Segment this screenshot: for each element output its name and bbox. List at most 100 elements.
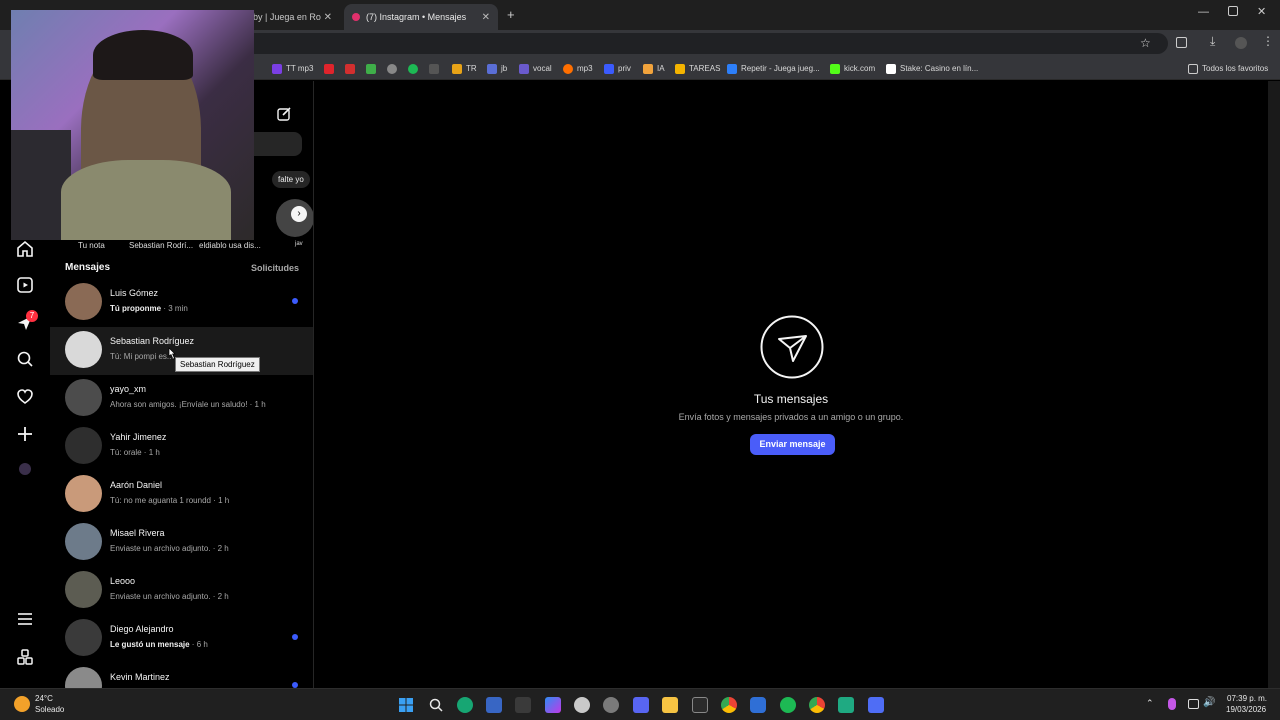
- threads-apps-icon[interactable]: [15, 647, 35, 667]
- bookmark-multicolor[interactable]: [366, 62, 380, 75]
- heart-icon[interactable]: [15, 387, 35, 407]
- reels-icon[interactable]: [15, 275, 35, 295]
- maximize-icon[interactable]: [1228, 6, 1238, 16]
- bookmark-kick[interactable]: kick.com: [830, 62, 875, 75]
- minimize-icon[interactable]: —: [1198, 6, 1209, 18]
- bookmark-spotify[interactable]: [408, 62, 422, 75]
- chevron-right-icon[interactable]: ›: [291, 206, 307, 222]
- bookmark-vocal[interactable]: vocal: [519, 62, 552, 75]
- home-icon[interactable]: [15, 239, 35, 259]
- webcam-overlay: [11, 10, 254, 240]
- bookmark-tr[interactable]: TR: [452, 62, 477, 75]
- conversation-row[interactable]: yayo_xm Ahora son amigos. ¡Envíale un sal…: [50, 375, 313, 423]
- requests-link[interactable]: Solicitudes: [251, 263, 299, 273]
- preview-text: Enviaste un archivo adjunto.: [110, 592, 211, 601]
- spotify-icon[interactable]: [780, 697, 796, 713]
- app-icon[interactable]: [515, 697, 531, 713]
- epic-games-icon[interactable]: [692, 697, 708, 713]
- new-tab-icon[interactable]: +: [507, 7, 515, 22]
- app-icon[interactable]: [750, 697, 766, 713]
- conversation-name: Leooo: [110, 576, 136, 586]
- bookmark-tt-mp3[interactable]: TT mp3: [272, 62, 313, 75]
- bookmark-favicon-icon: [563, 63, 573, 74]
- tab-label: bby | Juega en Ro: [248, 12, 321, 22]
- weather-condition: Soleado: [35, 705, 65, 714]
- bookmark-tareas[interactable]: TAREAS: [675, 62, 720, 75]
- send-message-button[interactable]: Enviar mensaje: [750, 434, 835, 455]
- windows-start-icon[interactable]: [398, 697, 414, 713]
- bookmark-star-icon[interactable]: ☆: [1140, 36, 1151, 50]
- conversation-row[interactable]: Diego Alejandro Le gustó un mensaje · 6 h: [50, 615, 313, 663]
- conversation-name: Yahir Jimenez: [110, 432, 167, 442]
- network-icon[interactable]: [1188, 699, 1199, 709]
- conversation-row[interactable]: Leooo Enviaste un archivo adjunto. · 2 h: [50, 567, 313, 615]
- bookmark-adobe[interactable]: [345, 62, 359, 75]
- tab-instagram[interactable]: (7) Instagram • Mensajes ✕: [344, 4, 498, 30]
- note-label: eldiablo usa dis...: [199, 241, 261, 250]
- extensions-icon[interactable]: [1176, 37, 1187, 48]
- bookmark-favicon-icon: [675, 63, 685, 74]
- conversation-row[interactable]: Aarón Daniel Tú: no me aguanta 1 roundd ·…: [50, 471, 313, 519]
- bookmark-repetir[interactable]: Repetir - Juega jueg...: [727, 62, 820, 75]
- profile-avatar[interactable]: [19, 463, 31, 475]
- unread-dot: [292, 298, 298, 304]
- conversation-preview: Tú: Mi pompi es...: [110, 352, 174, 361]
- all-favorites-folder[interactable]: Todos los favoritos: [1188, 62, 1268, 75]
- conversation-row[interactable]: Yahir Jimenez Tú: orale · 1 h: [50, 423, 313, 471]
- page-scrollbar[interactable]: [1268, 81, 1280, 688]
- close-window-icon[interactable]: ✕: [1257, 5, 1266, 18]
- bookmark-mp3[interactable]: mp3: [563, 62, 593, 75]
- chrome-active-icon[interactable]: [809, 697, 825, 713]
- conversation-row[interactable]: Luis Gómez Tú proponme · 3 min: [50, 279, 313, 327]
- conversation-preview: Tú: orale · 1 h: [110, 448, 160, 457]
- download-icon[interactable]: ⤓: [1210, 34, 1215, 49]
- app-icon[interactable]: [574, 697, 590, 713]
- bookmark-favicon-icon: [366, 63, 376, 74]
- discord-icon[interactable]: [633, 697, 649, 713]
- conversation-row[interactable]: Misael Rivera Enviaste un archivo adjunto…: [50, 519, 313, 567]
- file-explorer-icon[interactable]: [662, 697, 678, 713]
- close-tab-icon[interactable]: ✕: [482, 12, 490, 23]
- avatar: [65, 283, 102, 320]
- chrome-icon[interactable]: [721, 697, 737, 713]
- note-bubble: falte yo: [272, 171, 310, 188]
- tab-roblox[interactable]: bby | Juega en Ro ✕: [240, 4, 340, 30]
- search-icon[interactable]: [15, 349, 35, 369]
- taskbar-search-icon[interactable]: [428, 697, 444, 713]
- notification-badge: 7: [26, 310, 38, 322]
- preview-text: Le gustó un mensaje: [110, 640, 190, 649]
- bookmark-favicon-icon: [429, 63, 439, 74]
- bookmark-red[interactable]: [324, 62, 338, 75]
- messenger-icon[interactable]: 7: [15, 310, 38, 333]
- app-icon[interactable]: [486, 697, 502, 713]
- folder-icon: [1188, 63, 1198, 74]
- volume-icon[interactable]: 🔊: [1203, 697, 1215, 708]
- new-message-icon[interactable]: [276, 106, 292, 122]
- close-tab-icon[interactable]: ✕: [324, 12, 332, 23]
- profile-avatar[interactable]: [1235, 37, 1247, 49]
- create-plus-icon[interactable]: [15, 424, 35, 444]
- bookmark-stake[interactable]: Stake: Casino en lín...: [886, 62, 978, 75]
- bookmark-dark[interactable]: [429, 62, 443, 75]
- chevron-up-icon[interactable]: ⌃: [1146, 698, 1154, 709]
- copilot-icon[interactable]: [545, 697, 561, 713]
- app-icon[interactable]: [868, 697, 884, 713]
- bookmark-jb[interactable]: jb: [487, 62, 507, 75]
- gamepass-icon[interactable]: [457, 697, 473, 713]
- bookmark-ia[interactable]: IA: [643, 62, 665, 75]
- avatar: [65, 331, 102, 368]
- chrome-menu-icon[interactable]: ⋮: [1262, 34, 1274, 48]
- settings-gear-icon[interactable]: [603, 697, 619, 713]
- conversation-name: Sebastian Rodríguez: [110, 336, 195, 346]
- app-icon[interactable]: [838, 697, 854, 713]
- spotify-icon: [408, 63, 418, 74]
- avatar: [65, 619, 102, 656]
- bookmark-priv[interactable]: priv: [604, 62, 631, 75]
- weather-sun-icon[interactable]: [14, 696, 30, 712]
- conversation-row[interactable]: Kevin Martinez: [50, 663, 313, 688]
- hamburger-menu-icon[interactable]: [15, 609, 35, 629]
- microphone-icon[interactable]: [1168, 698, 1176, 710]
- kick-icon: [830, 63, 840, 74]
- bookmark-grey[interactable]: [387, 62, 401, 75]
- bookmark-favicon-icon: [727, 63, 737, 74]
